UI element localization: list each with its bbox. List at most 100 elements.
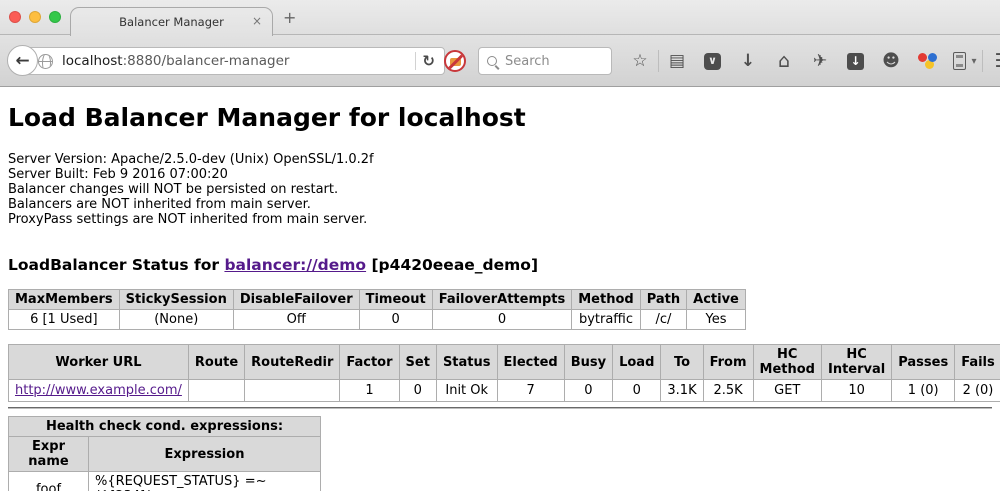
server-version-line: Server Version: Apache/2.5.0-dev (Unix) …	[8, 152, 992, 167]
col-elected: Elected	[497, 345, 564, 380]
tab-balancer-manager[interactable]: Balancer Manager ×	[70, 7, 273, 36]
health-table-title: Health check cond. expressions:	[9, 417, 321, 437]
url-text: localhost:8880/balancer-manager	[62, 53, 409, 69]
cell-disablefailover: Off	[233, 310, 359, 330]
col-to: To	[661, 345, 703, 380]
col-active: Active	[687, 290, 746, 310]
cell-hc-interval: 10	[821, 380, 891, 402]
server-info: Server Version: Apache/2.5.0-dev (Unix) …	[8, 152, 992, 227]
cell-method: bytraffic	[572, 310, 640, 330]
table-title-row: Health check cond. expressions:	[9, 417, 321, 437]
chevron-down-icon[interactable]: ▾	[966, 56, 982, 67]
cell-to: 3.1K	[661, 380, 703, 402]
col-from: From	[703, 345, 753, 380]
col-maxmembers: MaxMembers	[9, 290, 120, 310]
address-bar[interactable]: localhost:8880/balancer-manager ↻	[23, 47, 445, 75]
close-tab-icon[interactable]: ×	[252, 14, 262, 28]
col-expr-name: Expr name	[9, 437, 89, 472]
cell-maxmembers: 6 [1 Used]	[9, 310, 120, 330]
cell-stickysession: (None)	[119, 310, 233, 330]
menu-hamburger-icon[interactable]: ☰	[983, 52, 1000, 71]
table-row: foof %{REQUEST_STATUS} =~ /^[234]/	[9, 472, 321, 491]
health-check-table: Health check cond. expressions: Expr nam…	[8, 416, 321, 491]
url-domain: localhost	[62, 53, 123, 69]
home-icon[interactable]: ⌂	[766, 52, 802, 71]
page-content: Load Balancer Manager for localhost Serv…	[0, 103, 1000, 491]
cell-active: Yes	[687, 310, 746, 330]
zoom-window-button[interactable]	[49, 11, 61, 23]
table-header-row: Worker URL Route RouteRedir Factor Set S…	[9, 345, 1000, 380]
back-button[interactable]: ←	[7, 45, 38, 76]
noscript-blocked-icon[interactable]	[444, 50, 466, 72]
pocket-icon[interactable]: ∨	[704, 53, 721, 70]
video-download-icon[interactable]: ↓	[847, 53, 864, 70]
navigation-toolbar: ← localhost:8880/balancer-manager ↻ ☆ ▤ …	[0, 35, 1000, 87]
colorful-extension-icon[interactable]	[917, 52, 937, 70]
minimize-window-button[interactable]	[29, 11, 41, 23]
cell-elected: 7	[497, 380, 564, 402]
col-status: Status	[436, 345, 497, 380]
section-divider	[8, 407, 992, 409]
persist-notice-line: Balancer changes will NOT be persisted o…	[8, 182, 992, 197]
urlbar-divider	[415, 52, 416, 70]
col-route: Route	[188, 345, 244, 380]
send-plane-icon[interactable]: ✈	[802, 53, 838, 70]
table-header-row: Expr name Expression	[9, 437, 321, 472]
worker-url-link[interactable]: http://www.example.com/	[15, 383, 182, 398]
cell-timeout: 0	[359, 310, 432, 330]
battery-extension-icon[interactable]	[953, 52, 966, 70]
cell-expr-name: foof	[9, 472, 89, 491]
cell-fails: 2 (0)	[955, 380, 1000, 402]
col-method: Method	[572, 290, 640, 310]
cell-worker-url: http://www.example.com/	[9, 380, 189, 402]
search-icon	[487, 56, 497, 66]
reading-list-icon[interactable]: ▤	[659, 53, 695, 70]
cell-from: 2.5K	[703, 380, 753, 402]
page-title: Load Balancer Manager for localhost	[8, 103, 992, 132]
window-controls	[9, 11, 61, 23]
status-heading-prefix: LoadBalancer Status for	[8, 256, 224, 274]
url-path: :8880/balancer-manager	[123, 53, 290, 69]
col-timeout: Timeout	[359, 290, 432, 310]
col-load: Load	[613, 345, 661, 380]
col-hc-interval: HC Interval	[821, 345, 891, 380]
col-disablefailover: DisableFailover	[233, 290, 359, 310]
col-expression: Expression	[89, 437, 321, 472]
cell-expression: %{REQUEST_STATUS} =~ /^[234]/	[89, 472, 321, 491]
new-tab-button[interactable]: +	[283, 8, 296, 27]
site-identity-globe-icon[interactable]	[38, 54, 53, 69]
col-worker-url: Worker URL	[9, 345, 189, 380]
close-window-button[interactable]	[9, 11, 21, 23]
balancer-settings-table: MaxMembers StickySession DisableFailover…	[8, 289, 746, 330]
table-row: 6 [1 Used] (None) Off 0 0 bytraffic /c/ …	[9, 310, 746, 330]
tab-title: Balancer Manager	[119, 15, 224, 29]
bookmark-star-icon[interactable]: ☆	[622, 53, 658, 70]
cell-routeredir	[245, 380, 340, 402]
table-header-row: MaxMembers StickySession DisableFailover…	[9, 290, 746, 310]
search-bar[interactable]	[478, 47, 612, 75]
cell-factor: 1	[340, 380, 399, 402]
cell-hc-method: GET	[753, 380, 821, 402]
chat-smiley-icon[interactable]: ☻	[873, 53, 909, 70]
col-hc-method: HC Method	[753, 345, 821, 380]
col-passes: Passes	[892, 345, 955, 380]
browser-window: Balancer Manager × + ← localhost:8880/ba…	[0, 0, 1000, 88]
loadbalancer-status-heading: LoadBalancer Status for balancer://demo …	[8, 256, 992, 274]
cell-passes: 1 (0)	[892, 380, 955, 402]
cell-load: 0	[613, 380, 661, 402]
col-routeredir: RouteRedir	[245, 345, 340, 380]
cell-status: Init Ok	[436, 380, 497, 402]
cell-set: 0	[399, 380, 436, 402]
balancers-notice-line: Balancers are NOT inherited from main se…	[8, 197, 992, 212]
col-factor: Factor	[340, 345, 399, 380]
cell-busy: 0	[564, 380, 612, 402]
status-heading-suffix: [p4420eeae_demo]	[366, 256, 538, 274]
cell-failoverattempts: 0	[432, 310, 572, 330]
reload-icon[interactable]: ↻	[422, 52, 435, 70]
col-failoverattempts: FailoverAttempts	[432, 290, 572, 310]
search-input[interactable]	[505, 54, 600, 69]
server-built-line: Server Built: Feb 9 2016 07:00:20	[8, 167, 992, 182]
worker-table: Worker URL Route RouteRedir Factor Set S…	[8, 344, 1000, 402]
balancer-demo-link[interactable]: balancer://demo	[224, 256, 366, 274]
downloads-icon[interactable]: ↓	[730, 53, 766, 70]
